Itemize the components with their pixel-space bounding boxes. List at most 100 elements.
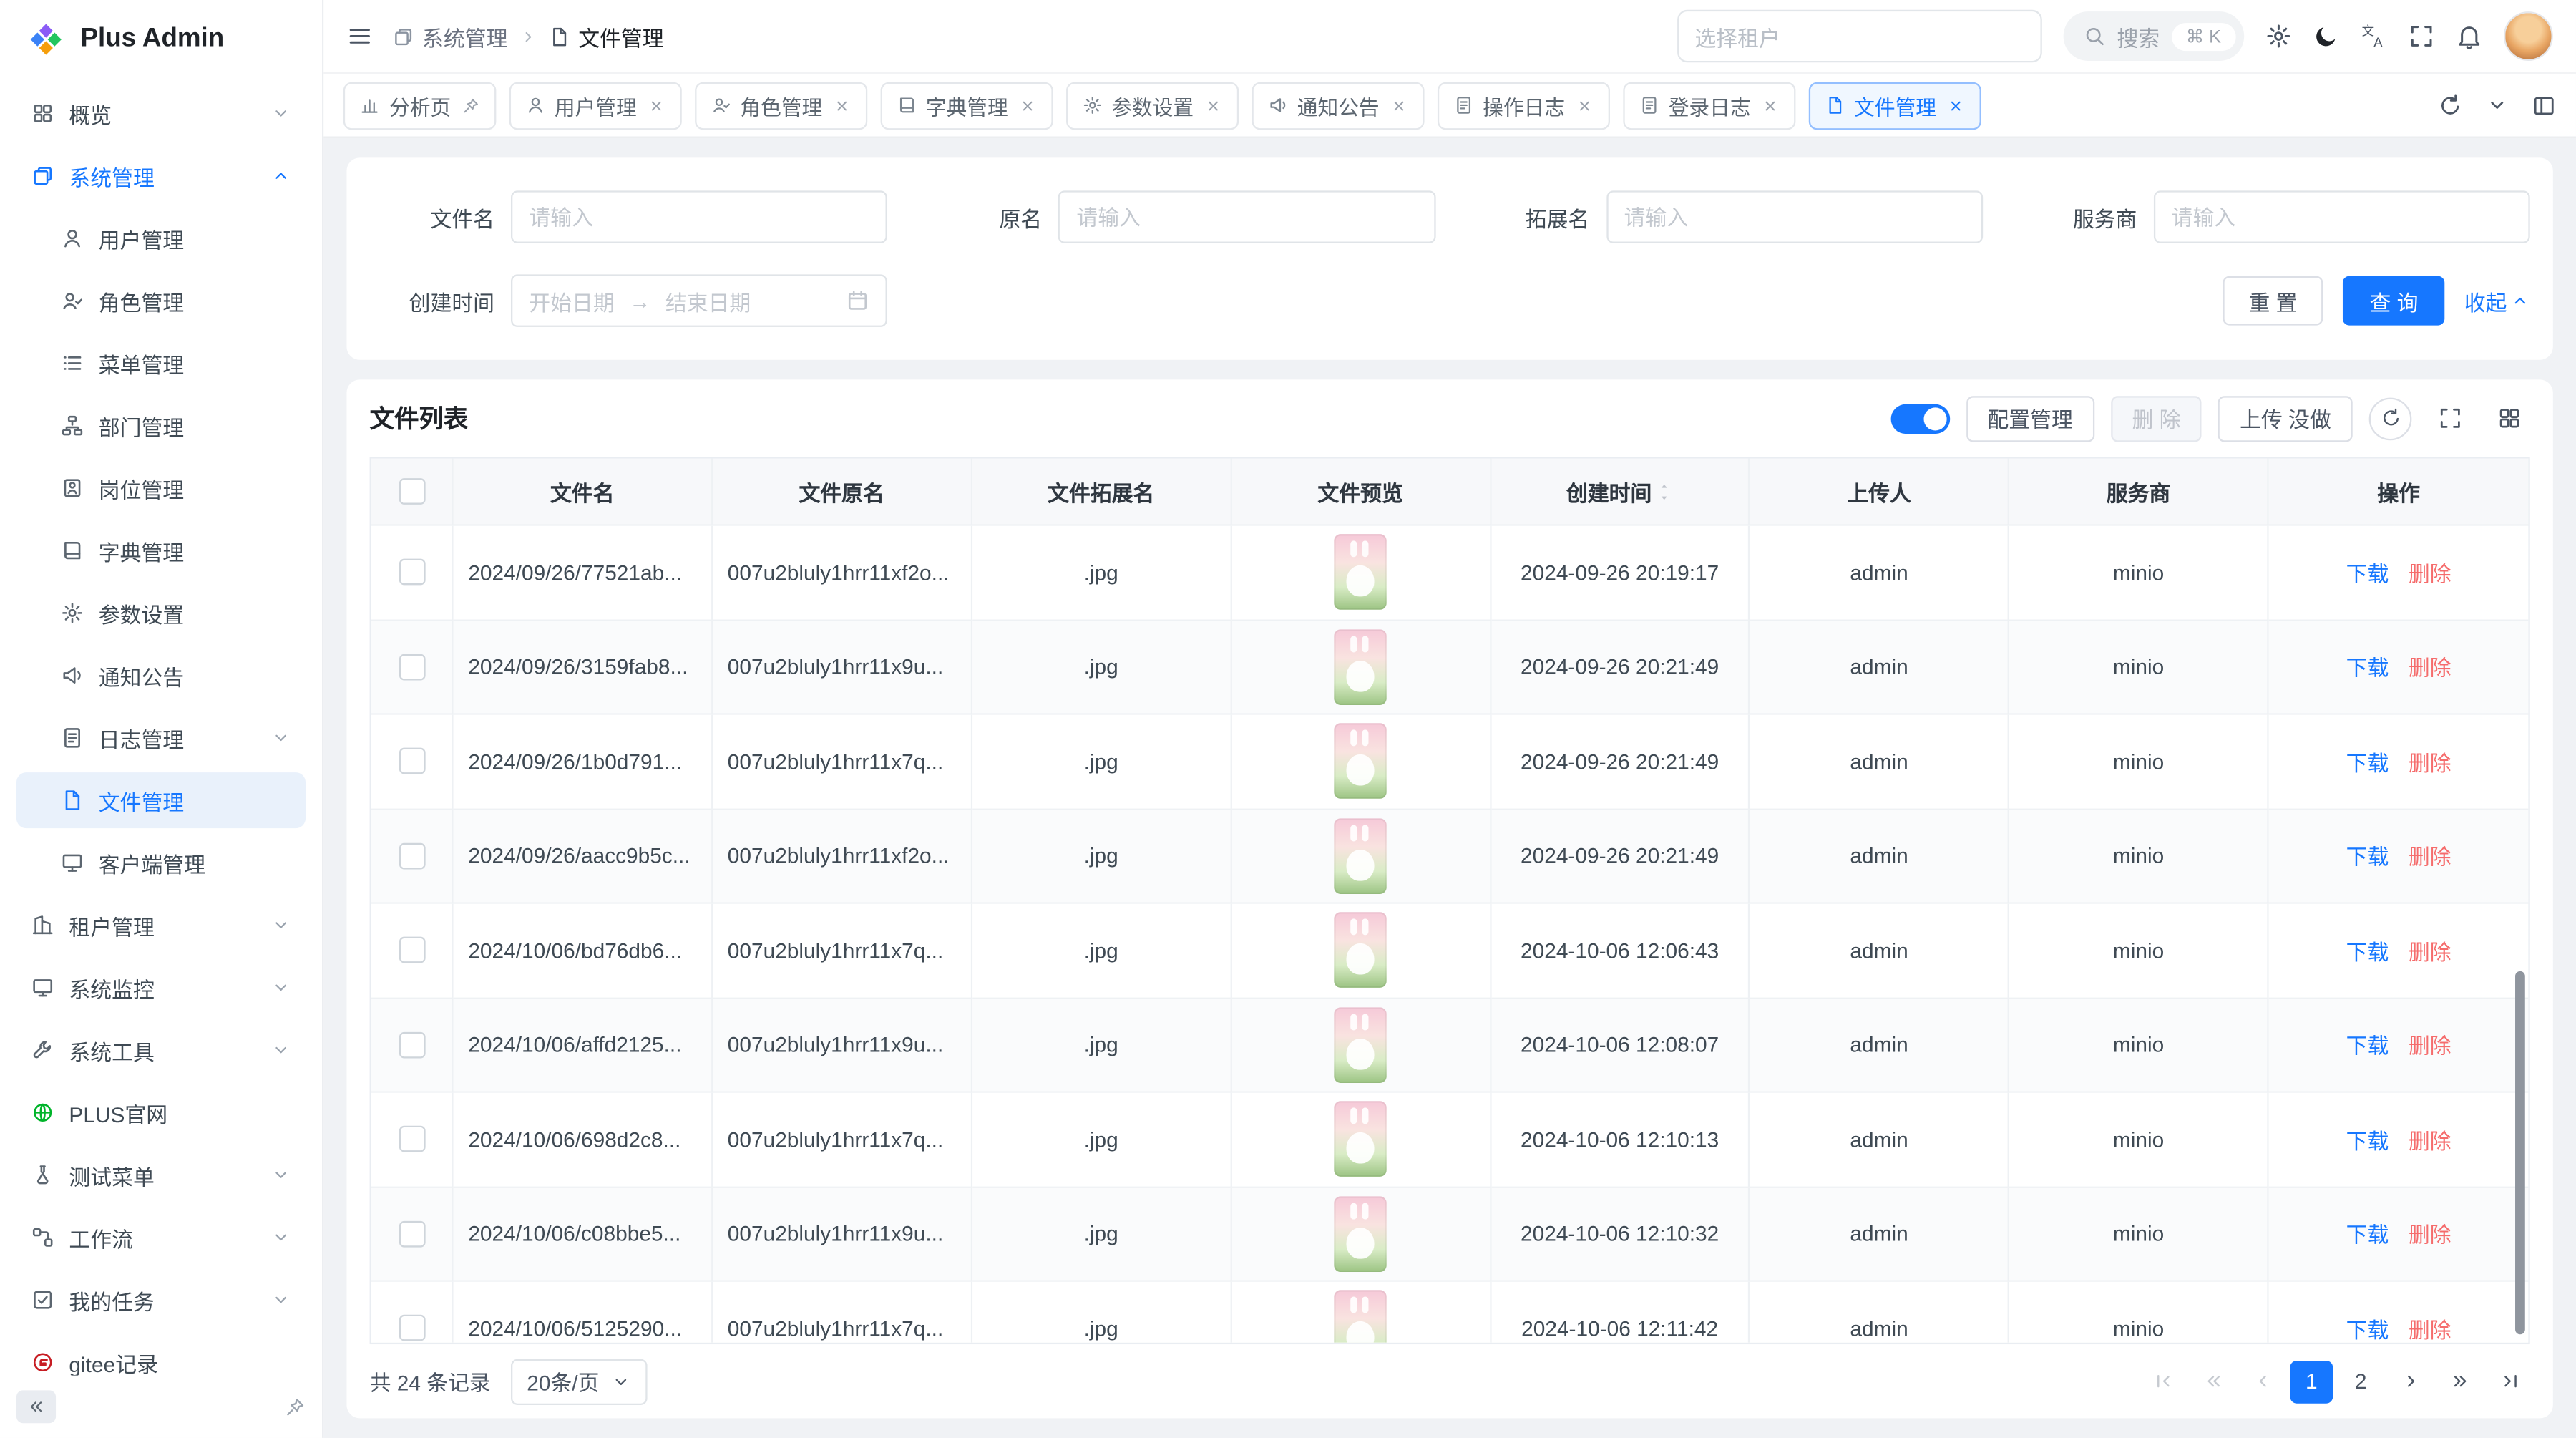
row-checkbox[interactable] (399, 842, 425, 869)
delete-link[interactable]: 删除 (2409, 840, 2451, 872)
download-link[interactable]: 下载 (2346, 935, 2389, 966)
sidebar-item-19[interactable]: 我的任务 (16, 1272, 306, 1328)
sidebar-item-15[interactable]: 系统工具 (16, 1022, 306, 1078)
dark-mode-moon-icon[interactable] (2313, 23, 2340, 49)
download-link[interactable]: 下载 (2346, 1029, 2389, 1061)
user-avatar[interactable] (2504, 11, 2553, 61)
filter-input-1[interactable] (1058, 190, 1435, 243)
sidebar-item-10[interactable]: 日志管理 (16, 710, 306, 766)
file-preview-image[interactable] (1334, 913, 1386, 988)
sidebar-item-13[interactable]: 租户管理 (16, 898, 306, 953)
download-link[interactable]: 下载 (2346, 1124, 2389, 1155)
sidebar-item-16[interactable]: PLUS官网 (16, 1084, 306, 1140)
delete-link[interactable]: 删除 (2409, 746, 2451, 777)
sort-icons[interactable] (1657, 483, 1673, 500)
close-icon[interactable] (1389, 96, 1407, 114)
breadcrumb-item-system[interactable]: 系统管理 (393, 21, 508, 52)
close-icon[interactable] (1575, 96, 1593, 114)
download-link[interactable]: 下载 (2346, 1218, 2389, 1250)
notifications-bell-icon[interactable] (2456, 23, 2482, 49)
download-link[interactable]: 下载 (2346, 840, 2389, 872)
tab-3[interactable]: 字典管理 (880, 82, 1053, 130)
download-link[interactable]: 下载 (2346, 1313, 2389, 1343)
tabs-dropdown-icon[interactable] (2486, 94, 2509, 117)
prev-page-button[interactable] (2241, 1360, 2284, 1403)
close-icon[interactable] (1018, 96, 1035, 114)
jump-forward-button[interactable] (2438, 1360, 2481, 1403)
row-checkbox[interactable] (399, 559, 425, 586)
table-fullscreen-icon[interactable] (2428, 397, 2471, 439)
close-icon[interactable] (1760, 96, 1778, 114)
global-search[interactable]: 搜索 ⌘ K (2063, 11, 2245, 61)
page-button-1[interactable]: 1 (2290, 1360, 2333, 1403)
table-columns-icon[interactable] (2487, 397, 2530, 439)
tab-7[interactable]: 登录日志 (1622, 82, 1795, 130)
delete-link[interactable]: 删除 (2409, 935, 2451, 966)
row-checkbox[interactable] (399, 1315, 425, 1341)
sidebar-item-7[interactable]: 字典管理 (16, 523, 306, 578)
delete-link[interactable]: 删除 (2409, 1313, 2451, 1343)
translate-icon[interactable]: 文A (2361, 23, 2387, 49)
date-range-input[interactable]: 开始日期 → 结束日期 (511, 274, 887, 326)
first-page-button[interactable] (2142, 1360, 2185, 1403)
delete-link[interactable]: 删除 (2409, 557, 2451, 588)
tab-6[interactable]: 操作日志 (1437, 82, 1609, 130)
delete-link[interactable]: 删除 (2409, 1029, 2451, 1061)
page-button-2[interactable]: 2 (2339, 1360, 2382, 1403)
close-icon[interactable] (832, 96, 850, 114)
sidebar-item-11[interactable]: 文件管理 (16, 772, 306, 828)
reset-button[interactable]: 重 置 (2223, 276, 2323, 326)
row-checkbox[interactable] (399, 937, 425, 963)
row-checkbox[interactable] (399, 654, 425, 680)
file-preview-image[interactable] (1334, 1007, 1386, 1083)
sidebar-item-0[interactable]: 概览 (16, 85, 306, 141)
sidebar-item-1[interactable]: 系统管理 (16, 148, 306, 204)
filter-input-0[interactable] (511, 190, 887, 243)
sidebar-item-4[interactable]: 菜单管理 (16, 335, 306, 391)
filter-input-2[interactable] (1606, 190, 1982, 243)
row-checkbox[interactable] (399, 1031, 425, 1058)
sidebar-item-8[interactable]: 参数设置 (16, 585, 306, 641)
download-link[interactable]: 下载 (2346, 651, 2389, 683)
sidebar-item-14[interactable]: 系统监控 (16, 960, 306, 1016)
file-preview-image[interactable] (1334, 1102, 1386, 1177)
filter-input-3[interactable] (2153, 190, 2529, 243)
sidebar-item-18[interactable]: 工作流 (16, 1210, 306, 1265)
upload-button[interactable]: 上传 没做 (2218, 395, 2352, 441)
tab-8[interactable]: 文件管理 (1808, 82, 1981, 130)
file-preview-image[interactable] (1334, 1196, 1386, 1272)
breadcrumb-item-files[interactable]: 文件管理 (549, 21, 664, 52)
sidebar-item-17[interactable]: 测试菜单 (16, 1147, 306, 1203)
sidebar-pin-icon[interactable] (284, 1396, 306, 1417)
file-preview-image[interactable] (1334, 724, 1386, 800)
jump-back-button[interactable] (2192, 1360, 2235, 1403)
download-link[interactable]: 下载 (2346, 557, 2389, 588)
tenant-select[interactable]: 选择租户 (1677, 10, 2041, 62)
tab-1[interactable]: 用户管理 (509, 82, 681, 130)
sidebar-item-5[interactable]: 部门管理 (16, 398, 306, 454)
row-checkbox[interactable] (399, 748, 425, 774)
page-size-select[interactable]: 20条/页 (510, 1359, 647, 1404)
query-button[interactable]: 查 询 (2343, 276, 2444, 326)
settings-gear-icon[interactable] (2265, 23, 2292, 49)
last-page-button[interactable] (2487, 1360, 2530, 1403)
tab-4[interactable]: 参数设置 (1065, 82, 1238, 130)
sidebar-item-3[interactable]: 角色管理 (16, 273, 306, 329)
sidebar-item-6[interactable]: 岗位管理 (16, 460, 306, 516)
column-header[interactable]: 创建时间 (1491, 459, 1750, 526)
sidebar-item-9[interactable]: 通知公告 (16, 648, 306, 704)
next-page-button[interactable] (2389, 1360, 2431, 1403)
sidebar-item-20[interactable]: gitee记录 (16, 1334, 306, 1375)
collapse-filters-link[interactable]: 收起 (2464, 285, 2530, 316)
tabs-refresh-icon[interactable] (2438, 93, 2462, 117)
download-link[interactable]: 下载 (2346, 746, 2389, 777)
pin-icon[interactable] (461, 96, 479, 114)
tab-5[interactable]: 通知公告 (1252, 82, 1424, 130)
close-icon[interactable] (1204, 96, 1221, 114)
close-icon[interactable] (1946, 96, 1964, 114)
hamburger-icon[interactable] (346, 23, 373, 49)
toolbar-toggle[interactable] (1890, 404, 1950, 433)
sidebar-item-12[interactable]: 客户端管理 (16, 835, 306, 890)
delete-link[interactable]: 删除 (2409, 1218, 2451, 1250)
select-all-checkbox[interactable] (399, 478, 425, 505)
